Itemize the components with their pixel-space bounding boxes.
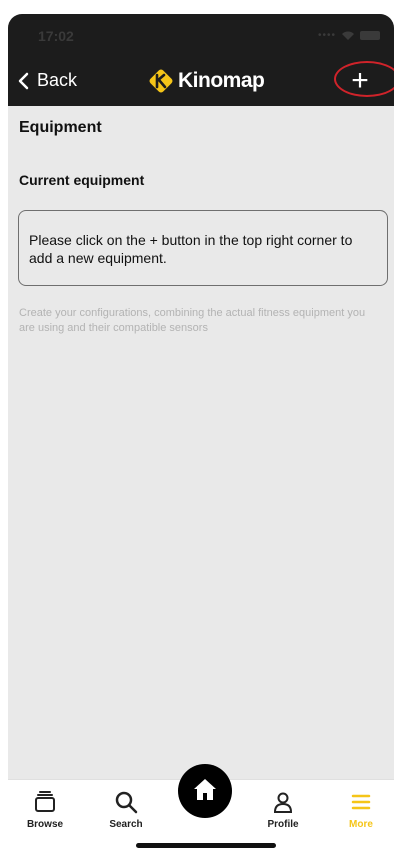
tab-bar: Browse Search Profile More (8, 764, 394, 852)
back-label: Back (37, 70, 78, 90)
tab-search-label: Search (109, 819, 143, 830)
tab-browse[interactable]: Browse (15, 790, 75, 830)
chevron-left-icon (18, 72, 29, 89)
empty-equipment-message: Please click on the + button in the top … (18, 210, 388, 286)
home-button[interactable] (178, 764, 232, 818)
back-button[interactable]: Back (18, 70, 77, 91)
battery-icon (360, 31, 380, 40)
profile-icon (273, 792, 293, 813)
tab-profile[interactable]: Profile (253, 790, 313, 830)
page-title: Equipment (19, 119, 102, 136)
search-icon (115, 791, 138, 814)
navigation-bar: Back Kinomap + (8, 58, 394, 106)
kinomap-logo: Kinomap (148, 68, 265, 94)
kinomap-logo-icon (149, 69, 173, 93)
status-bar: 17:02 •••• (8, 14, 394, 58)
tab-profile-label: Profile (267, 819, 299, 830)
home-indicator (136, 843, 276, 848)
highlight-annotation (334, 61, 394, 97)
tab-more[interactable]: More (331, 790, 391, 830)
wifi-icon (342, 31, 354, 40)
app-screen: 17:02 •••• Back Kinomap + Equipment Curr… (8, 14, 394, 852)
tab-browse-label: Browse (26, 819, 64, 830)
signal-icon: •••• (317, 30, 336, 41)
section-title: Current equipment (19, 172, 145, 188)
status-icons: •••• (318, 30, 380, 41)
home-icon (194, 779, 216, 800)
browse-icon (35, 791, 55, 812)
tab-search[interactable]: Search (96, 790, 156, 830)
menu-icon (351, 794, 371, 810)
tab-more-label: More (349, 819, 373, 830)
logo-text: Kinomap (178, 69, 265, 92)
configuration-hint: Create your configurations, combining th… (19, 307, 366, 334)
status-time: 17:02 (38, 28, 74, 44)
